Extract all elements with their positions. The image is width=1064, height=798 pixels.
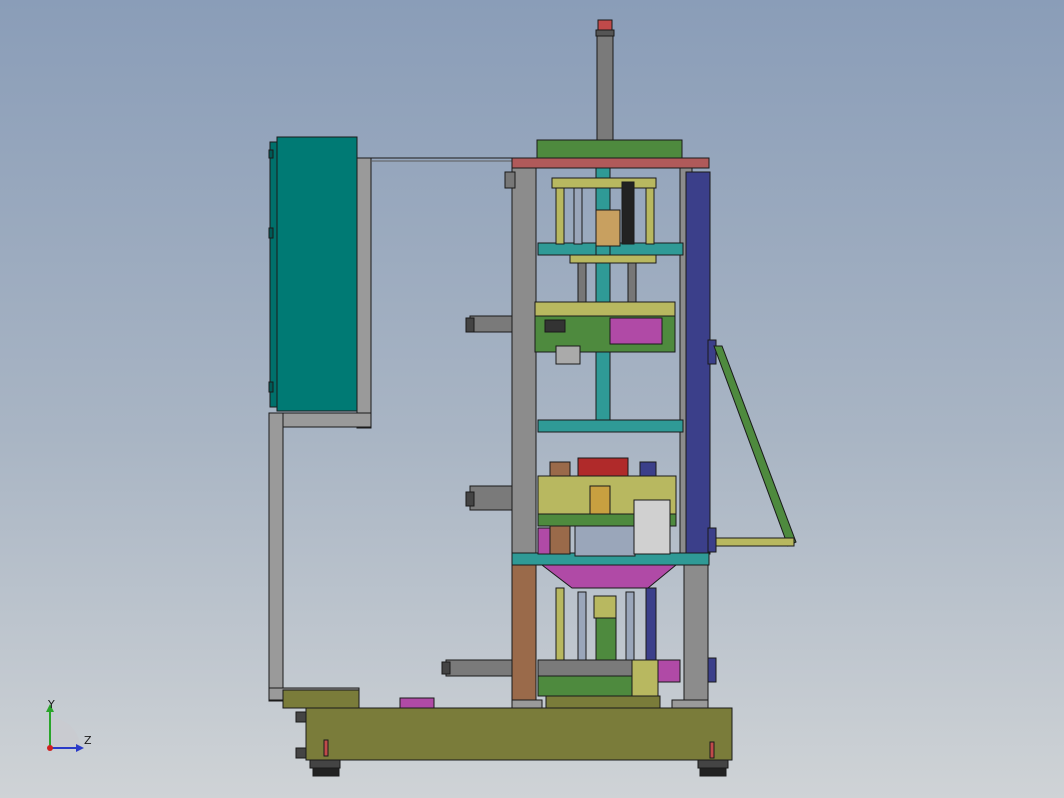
triad-z-label: Z (84, 734, 92, 747)
side-brace-arm[interactable] (713, 345, 797, 547)
frame-right-column[interactable] (679, 167, 717, 704)
control-cabinet[interactable] (268, 136, 358, 412)
frame-left-column[interactable] (504, 167, 537, 704)
vertical-cylinder[interactable] (593, 19, 617, 159)
upper-press-station[interactable] (465, 177, 676, 365)
bottom-press-station[interactable] (441, 587, 681, 709)
top-plate[interactable] (511, 139, 710, 169)
lower-press-station[interactable] (465, 457, 677, 557)
coordinate-triad: Y Z (40, 698, 100, 758)
base-platform[interactable] (295, 697, 733, 761)
leveling-feet[interactable] (309, 759, 729, 777)
hopper-funnel (540, 564, 678, 589)
cad-viewport[interactable] (0, 0, 1064, 798)
triad-y-label: Y (48, 698, 55, 711)
